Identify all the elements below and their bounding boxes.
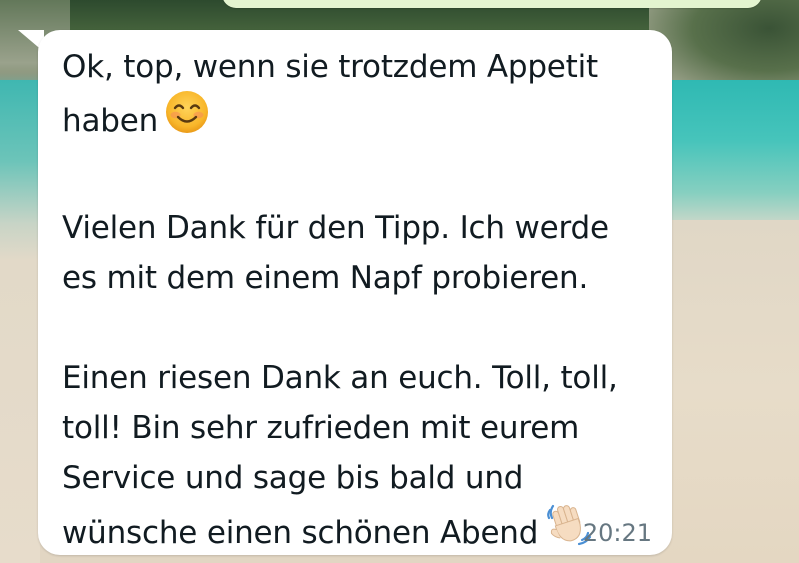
message-line: es mit dem einem Napf probieren. (62, 260, 589, 296)
message-line: Service und sage bis bald und (62, 460, 524, 496)
message-line-text: haben (62, 103, 159, 139)
message-paragraph-1: Ok, top, wenn sie trotzdem Appetit haben (62, 42, 652, 153)
message-line: toll! Bin sehr zufrieden mit eurem (62, 410, 580, 446)
message-line: Einen riesen Dank an euch. Toll, toll, (62, 360, 618, 396)
incoming-message-bubble[interactable]: Ok, top, wenn sie trotzdem Appetit haben (38, 30, 672, 555)
message-line: haben (62, 89, 652, 153)
message-line: Vielen Dank für den Tipp. Ich werde (62, 210, 609, 246)
message-text: Ok, top, wenn sie trotzdem Appetit haben (62, 42, 652, 563)
message-timestamp: 20:21 (582, 519, 652, 547)
wallpaper-sand-left (0, 260, 40, 563)
message-line: Ok, top, wenn sie trotzdem Appetit (62, 49, 599, 85)
message-paragraph-3: Einen riesen Dank an euch. Toll, toll, t… (62, 353, 652, 563)
message-line: wünsche einen schönen Abend (62, 503, 652, 563)
smiling-face-icon (164, 89, 210, 150)
message-paragraph-2: Vielen Dank für den Tipp. Ich werde es m… (62, 203, 652, 303)
wallpaper-sea-left (0, 80, 40, 260)
wallpaper-sand-right (660, 220, 799, 563)
message-line-text: wünsche einen schönen Abend (62, 515, 539, 551)
previous-outgoing-message[interactable] (222, 0, 762, 8)
